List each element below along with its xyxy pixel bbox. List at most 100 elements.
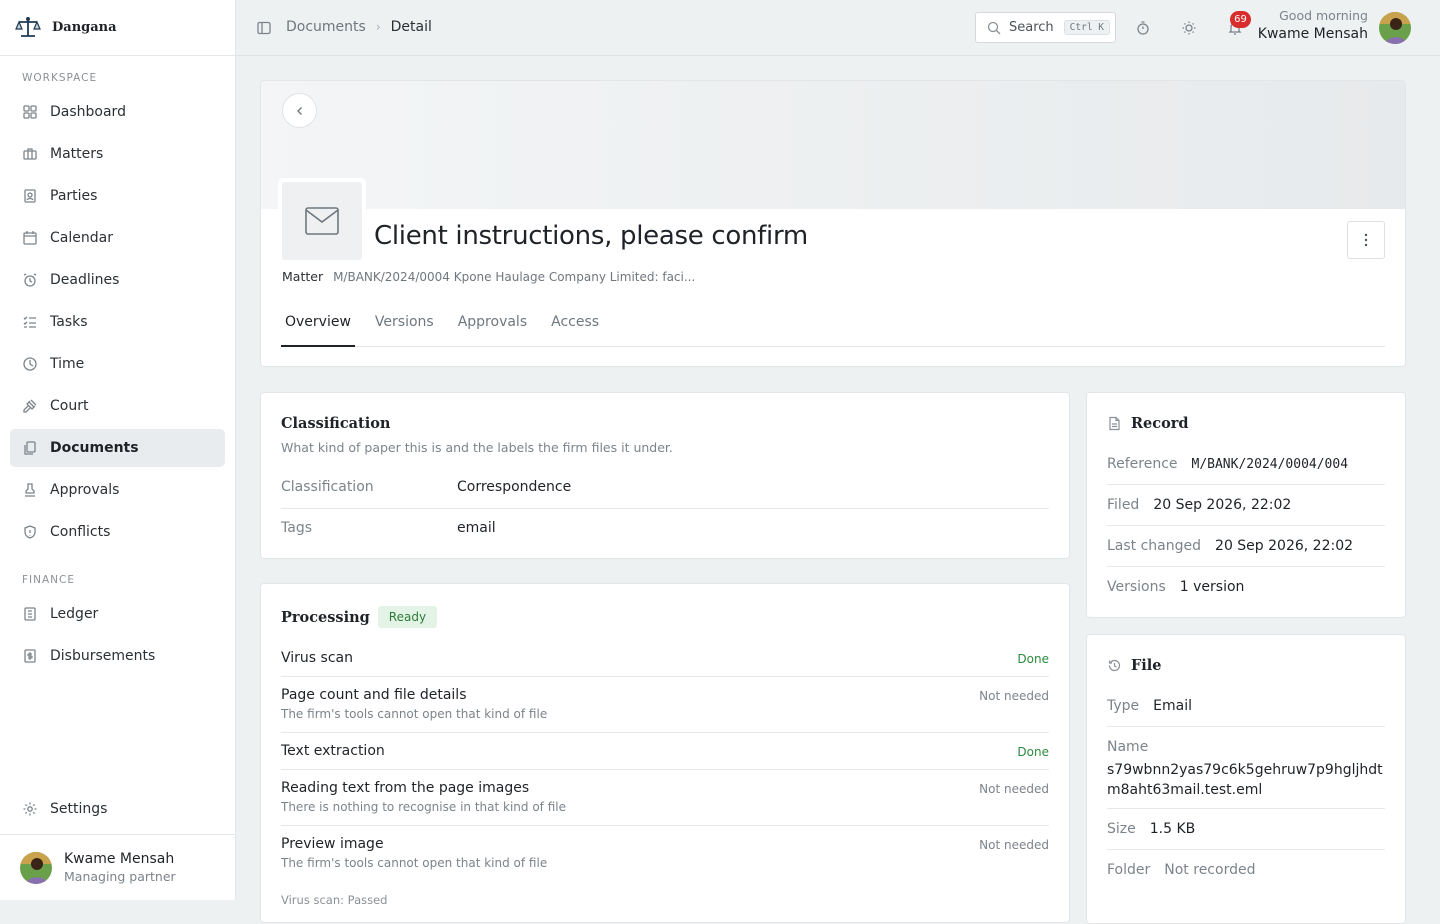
processing-item-title: Page count and file details <box>281 687 467 703</box>
processing-item-status: Not needed <box>979 838 1049 852</box>
sidebar-item-label: Parties <box>50 188 98 204</box>
brand-name: Dangana <box>52 20 117 35</box>
sidebar-item-conflicts[interactable]: Conflicts <box>10 513 225 551</box>
breadcrumb-detail: Detail <box>390 19 432 35</box>
tab-bar: Overview Versions Approvals Access <box>281 311 1385 347</box>
file-name-label: Name <box>1107 739 1149 755</box>
divider <box>281 732 1049 733</box>
user-name: Kwame Mensah <box>64 851 175 867</box>
sun-theme-icon[interactable] <box>1181 20 1197 36</box>
divider <box>1107 484 1385 485</box>
search-label: Search <box>1009 20 1054 35</box>
sidebar-item-label: Dashboard <box>50 104 126 120</box>
processing-item-status: Not needed <box>979 689 1049 703</box>
matter-label: Matter <box>282 269 324 284</box>
documents-icon <box>22 440 38 456</box>
calendar-icon <box>22 230 38 246</box>
processing-title: Processing <box>281 608 370 626</box>
alarm-clock-icon <box>22 272 38 288</box>
processing-item-status: Done <box>1017 652 1049 666</box>
sidebar-item-label: Court <box>50 398 89 414</box>
breadcrumb-documents[interactable]: Documents <box>286 19 366 35</box>
tab-access[interactable]: Access <box>547 311 603 346</box>
file-name-value: s79wbnn2yas79c6k5gehruw7p9hgljhdtm8aht63… <box>1107 762 1383 798</box>
sidebar-item-calendar[interactable]: Calendar <box>10 219 225 257</box>
sidebar-item-tasks[interactable]: Tasks <box>10 303 225 341</box>
document-icon <box>1107 416 1122 431</box>
record-row-last-changed: Last changed 20 Sep 2026, 22:02 <box>1107 538 1353 554</box>
record-label: Last changed <box>1107 538 1202 554</box>
more-actions-button[interactable] <box>1347 221 1385 259</box>
divider <box>1107 726 1385 727</box>
user-role: Managing partner <box>64 869 176 884</box>
processing-item-text-extraction: Text extraction Done <box>281 743 1049 759</box>
search-shortcut: Ctrl K <box>1063 20 1110 35</box>
tab-versions[interactable]: Versions <box>371 311 438 346</box>
receipt-icon <box>22 648 38 664</box>
history-icon <box>1107 658 1122 673</box>
sidebar-item-label: Time <box>50 356 85 372</box>
sidebar-item-disbursements[interactable]: Disbursements <box>10 637 225 675</box>
divider <box>1107 525 1385 526</box>
brand[interactable]: Dangana <box>0 0 235 56</box>
tab-approvals[interactable]: Approvals <box>454 311 531 346</box>
tab-overview[interactable]: Overview <box>281 311 355 347</box>
sidebar-item-ledger[interactable]: Ledger <box>10 595 225 633</box>
search-icon <box>987 21 1001 35</box>
shield-icon <box>22 524 38 540</box>
gavel-icon <box>22 398 38 414</box>
divider <box>1107 808 1385 809</box>
file-row-size: Size 1.5 KB <box>1107 821 1195 837</box>
sidebar-item-label: Calendar <box>50 230 113 246</box>
stamp-icon <box>22 482 38 498</box>
processing-item-page-count: Page count and file details The firm's t… <box>281 687 1049 721</box>
sidebar-item-matters[interactable]: Matters <box>10 135 225 173</box>
processing-header: Processing Ready <box>281 606 438 628</box>
classification-label: Classification <box>281 479 374 495</box>
avatar <box>20 851 52 884</box>
notifications-button[interactable]: 69 <box>1227 11 1251 36</box>
clock-icon <box>22 356 38 372</box>
sidebar-item-label: Approvals <box>50 482 120 498</box>
record-row-reference: Reference M/BANK/2024/0004/004 <box>1107 456 1348 472</box>
sidebar-item-deadlines[interactable]: Deadlines <box>10 261 225 299</box>
scales-logo-icon <box>14 14 42 42</box>
divider <box>281 825 1049 826</box>
processing-item-virus-scan: Virus scan Done <box>281 650 1049 666</box>
timer-icon[interactable] <box>1135 20 1151 36</box>
sidebar-user[interactable]: Kwame Mensah Managing partner <box>0 834 236 900</box>
sidebar-item-approvals[interactable]: Approvals <box>10 471 225 509</box>
chevron-left-icon <box>294 105 306 117</box>
avatar[interactable] <box>1379 12 1411 44</box>
ledger-icon <box>22 606 38 622</box>
notification-count-badge: 69 <box>1230 11 1251 28</box>
sidebar-item-documents[interactable]: Documents <box>10 429 225 467</box>
header-banner <box>261 81 1405 209</box>
document-thumbnail <box>278 178 366 264</box>
section-label-finance: Finance <box>22 574 75 586</box>
file-row-folder: Folder Not recorded <box>1107 862 1255 878</box>
record-value: 20 Sep 2026, 22:02 <box>1215 538 1354 554</box>
sidebar-item-label: Ledger <box>50 606 99 622</box>
sidebar-item-parties[interactable]: Parties <box>10 177 225 215</box>
sidebar-item-time[interactable]: Time <box>10 345 225 383</box>
classification-card: Classification What kind of paper this i… <box>260 392 1070 559</box>
search-button[interactable]: Search Ctrl K <box>975 12 1116 43</box>
matter-link[interactable]: M/BANK/2024/0004 Kpone Haulage Company L… <box>333 270 695 284</box>
processing-item-note: The firm's tools cannot open that kind o… <box>281 856 548 870</box>
tag-value: email <box>457 520 496 536</box>
sidebar-item-dashboard[interactable]: Dashboard <box>10 93 225 131</box>
processing-item-preview: Preview image The firm's tools cannot op… <box>281 836 1049 870</box>
contact-card-icon <box>22 188 38 204</box>
sidebar-item-court[interactable]: Court <box>10 387 225 425</box>
file-title: File <box>1131 657 1162 674</box>
processing-item-title: Reading text from the page images <box>281 780 530 796</box>
sidebar-item-label: Matters <box>50 146 104 162</box>
record-label: Reference <box>1107 456 1178 472</box>
sidebar-item-settings[interactable]: Settings <box>10 790 225 828</box>
matter-line: Matter M/BANK/2024/0004 Kpone Haulage Co… <box>282 269 695 284</box>
chevron-right-icon: › <box>375 20 381 34</box>
back-button[interactable] <box>282 93 317 128</box>
divider <box>1107 566 1385 567</box>
sidebar-toggle-icon[interactable] <box>256 20 272 36</box>
